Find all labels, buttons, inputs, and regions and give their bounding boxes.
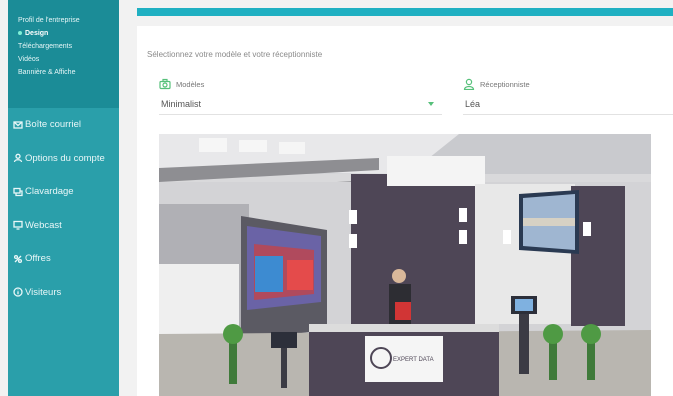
sidebar-sub-item-videos[interactable]: Vidéos [8, 51, 119, 64]
receptionist-select[interactable]: Léa [463, 95, 673, 115]
sidebar-item-account-options[interactable]: Options du compte [8, 142, 119, 176]
sidebar-item-chat[interactable]: Clavardage [8, 175, 119, 209]
sidebar-sub-item-downloads[interactable]: Téléchargements [8, 38, 119, 51]
chat-icon [12, 186, 23, 197]
person-icon [463, 78, 475, 90]
booth-sign-text: EXPERT DATA [393, 357, 434, 363]
receptionist-label: Réceptionniste [463, 78, 530, 90]
sidebar-sub-item-label: Vidéos [18, 56, 40, 63]
sidebar-item-label: Webcast [25, 219, 62, 231]
sidebar-item-label: Visiteurs [25, 286, 62, 298]
booth-preview-image: EXPERT DATA [159, 134, 651, 396]
models-select[interactable]: Minimalist [159, 95, 442, 115]
chevron-down-icon [428, 102, 434, 106]
active-dot-icon [18, 31, 22, 36]
user-icon [12, 153, 23, 164]
sidebar-sub-item-profile[interactable]: Profil de l'entreprise [8, 12, 119, 25]
sidebar-sub-item-label: Téléchargements [18, 43, 73, 50]
top-accent-bar [137, 8, 673, 16]
models-label: Modèles [159, 78, 204, 90]
page: Profil de l'entreprise Design Télécharge… [0, 0, 673, 396]
sidebar-sub-item-design[interactable]: Design [8, 25, 119, 38]
sidebar-item-offers[interactable]: Offres [8, 242, 119, 276]
offers-icon [12, 253, 23, 264]
sidebar-sub-item-label: Design [25, 30, 49, 37]
main-content: Sélectionnez votre modèle et votre récep… [119, 0, 673, 396]
sidebar-item-label: Clavardage [25, 186, 74, 198]
mail-icon [12, 119, 23, 130]
receptionist-select-value: Léa [465, 99, 481, 109]
info-icon [12, 287, 23, 298]
models-label-text: Modèles [176, 79, 205, 89]
sidebar-item-mailbox[interactable]: Boîte courriel [8, 108, 119, 142]
sidebar-item-label: Offres [25, 253, 51, 265]
sidebar-item-label: Options du compte [25, 152, 105, 164]
sidebar-item-visitors[interactable]: Visiteurs [8, 276, 119, 310]
sidebar-sub-menu: Profil de l'entreprise Design Télécharge… [8, 0, 119, 108]
sidebar: Profil de l'entreprise Design Télécharge… [8, 0, 119, 396]
sidebar-item-label: Boîte courriel [25, 119, 81, 131]
design-instructions: Sélectionnez votre modèle et votre récep… [147, 50, 323, 59]
sidebar-sub-item-label: Profil de l'entreprise [18, 17, 80, 24]
sidebar-item-webcast[interactable]: Webcast [8, 209, 119, 243]
receptionist-label-text: Réceptionniste [480, 79, 530, 89]
sidebar-sub-item-label: Bannière & Affiche [18, 69, 76, 76]
models-select-value: Minimalist [161, 99, 202, 109]
camera-icon [159, 78, 171, 90]
sidebar-sub-item-banner[interactable]: Bannière & Affiche [8, 64, 119, 77]
monitor-icon [12, 220, 23, 231]
